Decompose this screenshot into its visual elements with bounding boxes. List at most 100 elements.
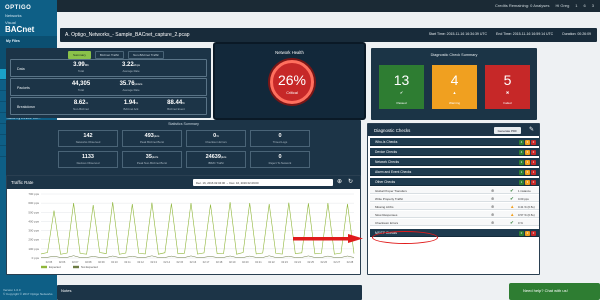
status-count-badge: 0 bbox=[531, 179, 536, 185]
stats-unit: % bbox=[85, 101, 89, 105]
check-row[interactable]: Write Property Traffic ⊕ ✔ 0.00 pps bbox=[370, 195, 539, 202]
x-tick-label: 02:18 bbox=[216, 260, 223, 264]
tab-summary[interactable]: Summary bbox=[68, 51, 91, 59]
red-arrow-annotation bbox=[293, 234, 363, 243]
metric-caption: Reject To Network bbox=[268, 161, 292, 165]
check-row[interactable]: Slow Responses ⊕ ▲ 0.57 % (0.5s) bbox=[370, 211, 539, 218]
stats-caption: BACnet Event bbox=[167, 107, 185, 111]
metric-cell: 493pkts Peak BACnet Burst bbox=[122, 130, 182, 147]
series-line bbox=[40, 255, 355, 258]
sidebar-item-0[interactable]: My Files bbox=[0, 36, 57, 47]
series-line bbox=[40, 202, 355, 255]
y-tick-label: 600 pps bbox=[28, 201, 39, 205]
diagnostic-checks-panel: Diagnostic Checks Generate PDF ✎ Who-Is … bbox=[367, 123, 540, 275]
y-tick-label: 400 pps bbox=[28, 219, 39, 223]
x-tick-label: 02:06 bbox=[59, 260, 66, 264]
stats-row-label: Breakdown bbox=[17, 105, 35, 109]
duration: Duration: 00:26:09 bbox=[562, 32, 591, 36]
tile-caption: Failed bbox=[503, 101, 512, 105]
metric-value: 1133 bbox=[82, 154, 94, 160]
zoom-icon[interactable]: ⊕ bbox=[337, 178, 342, 185]
stats-row: Packets 44,305 Total 35.76pkts/s Average Rat… bbox=[10, 78, 207, 96]
stats-row-label: Data bbox=[17, 67, 25, 71]
date-range-picker[interactable]: Dec. 16, 2016 02:04:00 → Dec. 16, 2016 0… bbox=[193, 179, 333, 186]
stats-unit: % bbox=[182, 101, 185, 105]
brand-sub: Networks bbox=[5, 13, 22, 18]
settings-icon[interactable]: ✎ bbox=[529, 126, 534, 133]
notification-icon[interactable]: 1 bbox=[575, 3, 577, 8]
check-group[interactable]: Alarm and Event Checks 1 0 1 bbox=[370, 168, 539, 176]
status-count-badge: 0 bbox=[525, 149, 530, 155]
tab-non-bacnet-traffic[interactable]: Non-BACnet Traffic bbox=[128, 51, 164, 59]
status-count-badge: 0 bbox=[519, 230, 524, 236]
expand-icon[interactable]: ⊕ bbox=[491, 220, 494, 225]
stats-value: 1.94 bbox=[123, 100, 136, 106]
metric-value: 142 bbox=[83, 133, 93, 139]
check-row[interactable]: Global Proper Transfers ⊕ ✔ 1 instance bbox=[370, 187, 539, 194]
diagnostic-tile[interactable]: 5 ✖ Failed bbox=[485, 65, 530, 109]
sidebar-footer: Version 1.0.0 © Copyright © 2017 Optigo … bbox=[3, 288, 52, 296]
legend-swatch bbox=[73, 265, 79, 269]
generate-pdf-button[interactable]: Generate PDF bbox=[493, 127, 521, 134]
x-tick-label: 02:12 bbox=[137, 260, 144, 264]
metric-caption: Devices Observed bbox=[76, 161, 100, 165]
metric-caption: IBIMC Traffic bbox=[207, 161, 225, 165]
expand-icon[interactable]: ⊕ bbox=[491, 204, 494, 209]
stats-cell: 35.76pkts/s Average Rate bbox=[111, 81, 151, 92]
status-count-badge: 0 bbox=[531, 149, 536, 155]
status-count-badge: 1 bbox=[531, 159, 536, 165]
check-group[interactable]: Device Checks 4 0 0 bbox=[370, 148, 539, 156]
message-icon[interactable]: 6 bbox=[584, 3, 586, 8]
alerts-icon[interactable]: 3 bbox=[592, 3, 594, 8]
status-count-badge: 1 bbox=[525, 159, 530, 165]
x-tick-label: 02:19 bbox=[229, 260, 236, 264]
check-group-label: Alarm and Event Checks bbox=[375, 170, 412, 174]
stats-value: 35.76 bbox=[119, 81, 135, 87]
tile-caption: Passed bbox=[396, 101, 407, 105]
x-tick-label: 02:25 bbox=[307, 260, 314, 264]
x-tick-label: 02:17 bbox=[203, 260, 210, 264]
product-name: BACnet bbox=[5, 25, 35, 34]
check-group-label: Who-Is Checks bbox=[375, 140, 398, 144]
start-time: Start Time: 2015-11-16 16:34:39 UTC bbox=[428, 32, 488, 36]
tile-icon: ▲ bbox=[452, 90, 457, 95]
check-row[interactable]: Missing ACKs ⊕ ▲ 0.41 % (0.5s) bbox=[370, 203, 539, 210]
stats-unit: pkts/s bbox=[134, 82, 143, 86]
check-name: Checksum Errors bbox=[375, 220, 399, 225]
check-row[interactable]: Checksum Errors ⊕ ✔ 0 % bbox=[370, 219, 539, 226]
network-health-title: Network Health bbox=[275, 50, 304, 55]
chat-help-button[interactable]: Need help? Chat with us! bbox=[509, 283, 600, 300]
expand-icon[interactable]: ⊕ bbox=[491, 188, 494, 193]
expand-icon[interactable]: ⊕ bbox=[491, 212, 494, 217]
network-health-panel: Network Health 26% Critical bbox=[213, 42, 366, 120]
check-status-icon: ▲ bbox=[510, 211, 515, 217]
check-status-icon: ✔ bbox=[510, 195, 514, 201]
diagnostic-tile[interactable]: 13 ✔ Passed bbox=[379, 65, 424, 109]
y-tick-label: 0 pps bbox=[32, 256, 40, 260]
stats-cell: 44,305 Total bbox=[61, 81, 101, 92]
legend-label: Not Expected bbox=[81, 265, 98, 269]
check-group[interactable]: Who-Is Checks 4 0 0 bbox=[370, 138, 539, 146]
refresh-icon[interactable]: ↻ bbox=[348, 178, 353, 185]
metric-cell: 35pkt/s Peak Non-BACnet Burst bbox=[122, 151, 182, 168]
check-group[interactable]: Network Checks 2 1 1 bbox=[370, 158, 539, 166]
check-result: 1 instance bbox=[518, 188, 531, 193]
status-count-badge: 0 bbox=[525, 230, 530, 236]
status-count-badge: 0 bbox=[531, 230, 536, 236]
stats-caption: Non-BACnet bbox=[73, 107, 89, 111]
tab-bacnet-traffic[interactable]: BACnet Traffic bbox=[94, 51, 125, 59]
stats-row: Data 3.99Mb Total 3.22kbps Average Rate bbox=[10, 59, 207, 77]
check-group-other[interactable]: Other Checks 1 3 0 bbox=[370, 178, 539, 186]
metric-value: 0 bbox=[278, 154, 282, 160]
brand-logo[interactable]: OPTIGO Networks Visual BACnet bbox=[5, 5, 53, 34]
tile-count: 5 bbox=[503, 72, 512, 88]
health-gauge: 26% Critical bbox=[270, 60, 314, 104]
check-group-label: Network Checks bbox=[375, 160, 400, 164]
expand-icon[interactable]: ⊕ bbox=[491, 196, 494, 201]
x-tick-label: 02:24 bbox=[294, 260, 301, 264]
x-tick-label: 02:10 bbox=[111, 260, 118, 264]
user-menu[interactable]: Hi Greg bbox=[556, 3, 570, 8]
diagnostic-tile[interactable]: 4 ▲ Warning bbox=[432, 65, 477, 109]
x-tick-label: 02:14 bbox=[164, 260, 171, 264]
stats-cell: 3.99Mb Total bbox=[61, 62, 101, 73]
